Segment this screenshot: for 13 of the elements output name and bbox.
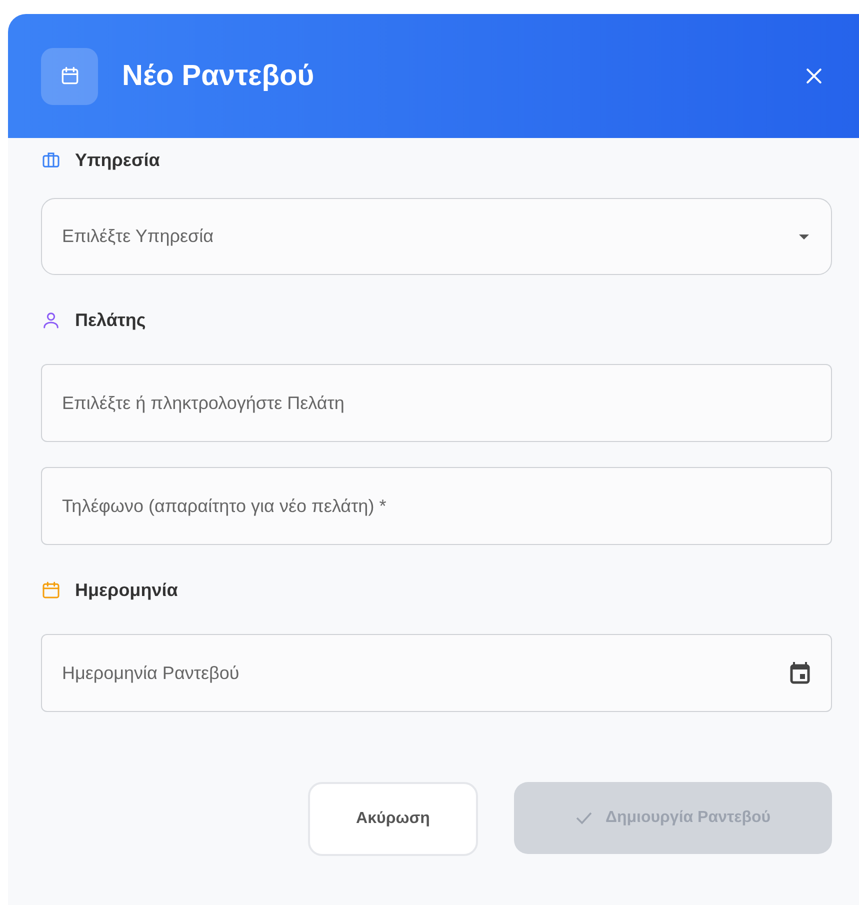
- select-field[interactable]: Επιλέξτε Υπηρεσία: [41, 198, 832, 275]
- date-field[interactable]: Ημερομηνία Ραντεβού: [41, 634, 832, 712]
- caret-icon: [798, 233, 810, 240]
- dialog-title: Νέο Ραντεβού: [122, 60, 316, 92]
- input-field[interactable]: Τηλέφωνο (απαραίτητο για νέο πελάτη) *: [41, 467, 832, 545]
- section-label: Ημερομηνία: [75, 580, 178, 600]
- section-label: Πελάτης: [75, 310, 146, 330]
- input-field[interactable]: Επιλέξτε ή πληκτρολογήστε Πελάτη: [41, 364, 832, 442]
- cancel-button[interactable]: Ακύρωση: [308, 782, 478, 856]
- calendar-icon: [41, 48, 98, 104]
- calendar-icon: [790, 662, 810, 684]
- section-label: Υπηρεσία: [75, 150, 160, 170]
- check-icon: [575, 811, 594, 825]
